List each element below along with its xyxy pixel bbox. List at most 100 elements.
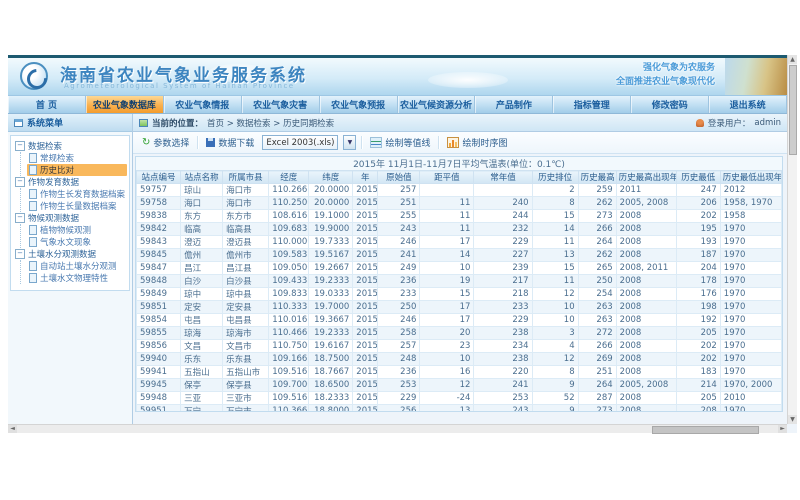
table-row[interactable]: 59842临高临高县109.683319.9000201524311232142… <box>137 223 782 236</box>
table-cell: 243 <box>378 223 420 236</box>
scroll-down-arrow[interactable]: ▼ <box>788 415 797 424</box>
table-cell: 269 <box>578 353 616 366</box>
column-header: 距平值 <box>420 171 474 184</box>
tree-item[interactable]: 作物生长量数据档案 <box>27 200 127 212</box>
scroll-up-arrow[interactable]: ▲ <box>788 55 797 64</box>
table-cell: 109.7000 <box>269 379 309 392</box>
table-cell: 11 <box>420 223 474 236</box>
table-cell: 238 <box>474 353 532 366</box>
table-row[interactable]: 59940乐东乐东县109.166718.7500201524810238122… <box>137 353 782 366</box>
table-body: 59757琼山海口市110.266720.0000201525722592011… <box>137 184 782 413</box>
nav-tab[interactable]: 农业气候资源分析 <box>398 96 476 113</box>
table-row[interactable]: 59851定安定安县110.333319.7000201525017233102… <box>137 301 782 314</box>
table-cell: 1958, 1970 <box>720 197 781 210</box>
table-cell: 临高县 <box>223 223 269 236</box>
table-cell: 265 <box>578 262 616 275</box>
table-row[interactable]: 59847昌江昌江县109.050019.2667201524910239152… <box>137 262 782 275</box>
scroll-right-arrow[interactable]: ► <box>778 425 787 433</box>
table-cell: 1970 <box>720 301 781 314</box>
tree-group[interactable]: −数据检索 <box>15 140 127 152</box>
nav-tab[interactable]: 农业气象数据库 <box>86 96 164 113</box>
table-cell: 19.1000 <box>309 210 353 223</box>
table-row[interactable]: 59854屯昌屯昌县110.016719.3667201524617229102… <box>137 314 782 327</box>
export-format-dropdown-button[interactable]: ▼ <box>343 135 356 150</box>
table-cell: 18.7500 <box>309 353 353 366</box>
tree-item[interactable]: 作物生长发育数据档案 <box>27 188 127 200</box>
tree-item[interactable]: 常规检索 <box>27 152 127 164</box>
table-cell: 18.6500 <box>309 379 353 392</box>
column-header: 历史排位 <box>532 171 578 184</box>
table-cell: 2008 <box>616 301 676 314</box>
table-cell: 12 <box>420 379 474 392</box>
table-cell: 195 <box>676 223 720 236</box>
table-row[interactable]: 59951万宁万宁市110.366718.8000201525613243927… <box>137 405 782 413</box>
vertical-scroll-thumb[interactable] <box>789 65 797 155</box>
horizontal-scrollbar[interactable]: ◄ ► <box>8 424 787 433</box>
nav-tab[interactable]: 农业气象预报 <box>320 96 398 113</box>
table-row[interactable]: 59845儋州儋州市109.583319.5167201524114227132… <box>137 249 782 262</box>
scroll-left-arrow[interactable]: ◄ <box>8 425 17 433</box>
table-cell: 19.7333 <box>309 236 353 249</box>
table-row[interactable]: 59856文昌文昌市110.750019.6167201525723234426… <box>137 340 782 353</box>
export-format-select[interactable]: Excel 2003(.xls) <box>262 135 338 150</box>
table-cell: 17 <box>420 314 474 327</box>
download-button[interactable]: 数据下载 <box>203 135 257 150</box>
table-row[interactable]: 59843澄迈澄迈县110.000019.7333201524617229112… <box>137 236 782 249</box>
collapse-icon[interactable]: − <box>15 141 25 151</box>
nav-tab[interactable]: 首 页 <box>8 96 86 113</box>
table-cell: 海口 <box>181 197 223 210</box>
nav-tabs: 首 页农业气象数据库农业气象情报农业气象灾害农业气象预报农业气候资源分析产品制作… <box>8 96 787 114</box>
column-header: 历史最低 <box>676 171 720 184</box>
table-cell: 昌江 <box>181 262 223 275</box>
collapse-icon[interactable]: − <box>15 177 25 187</box>
table-cell: 247 <box>676 184 720 197</box>
table-cell: 儋州市 <box>223 249 269 262</box>
table-cell: 273 <box>578 210 616 223</box>
table-cell: 272 <box>578 327 616 340</box>
tree-item-label: 作物生长量数据档案 <box>40 200 117 212</box>
table-cell: 11 <box>420 210 474 223</box>
table-cell: 109.1667 <box>269 353 309 366</box>
tree-item[interactable]: 气象水文现象 <box>27 236 127 248</box>
param-select-button[interactable]: ↻ 参数选择 <box>139 135 192 150</box>
table-row[interactable]: 59941五指山五指山市109.516718.76672015236162208… <box>137 366 782 379</box>
tree-group[interactable]: −土壤水分观测数据 <box>15 248 127 260</box>
table-cell: 3 <box>532 327 578 340</box>
horizontal-scroll-thumb[interactable] <box>652 426 759 434</box>
table-row[interactable]: 59757琼山海口市110.266720.0000201525722592011… <box>137 184 782 197</box>
table-row[interactable]: 59945保亭保亭县109.700018.6500201525312241926… <box>137 379 782 392</box>
table-row[interactable]: 59758海口海口市110.250020.0000201525111240826… <box>137 197 782 210</box>
tree-item[interactable]: 土壤水文物理特性 <box>27 272 127 284</box>
tree-item[interactable]: 植物物候观测 <box>27 224 127 236</box>
draw-timeseries-button[interactable]: 绘制时序图 <box>444 135 510 150</box>
tree-item[interactable]: 自动站土壤水分观测 <box>27 260 127 272</box>
tree-item[interactable]: 历史比对 <box>27 164 127 176</box>
table-cell: 1970 <box>720 223 781 236</box>
nav-tab[interactable]: 退出系统 <box>709 96 787 113</box>
draw-contour-button[interactable]: 绘制等值线 <box>367 135 433 150</box>
table-cell: 15 <box>420 288 474 301</box>
table-row[interactable]: 59855琼海琼海市110.466719.2333201525820238327… <box>137 327 782 340</box>
nav-tab[interactable]: 农业气象情报 <box>164 96 242 113</box>
nav-tab[interactable]: 指标管理 <box>553 96 631 113</box>
table-cell: 187 <box>676 249 720 262</box>
table-row[interactable]: 59848白沙白沙县109.433319.2333201523619217112… <box>137 275 782 288</box>
tree-group[interactable]: −物候观测数据 <box>15 212 127 224</box>
table-row[interactable]: 59948三亚三亚市109.516718.23332015229-2425352… <box>137 392 782 405</box>
collapse-icon[interactable]: − <box>15 213 25 223</box>
collapse-icon[interactable]: − <box>15 249 25 259</box>
nav-tab[interactable]: 修改密码 <box>631 96 709 113</box>
tree-group[interactable]: −作物发育数据 <box>15 176 127 188</box>
nav-tab[interactable]: 农业气象灾害 <box>242 96 320 113</box>
table-cell: 254 <box>578 288 616 301</box>
table-cell: 259 <box>578 184 616 197</box>
table-cell: 琼山 <box>181 184 223 197</box>
breadcrumb[interactable]: 首页 > 数据检索 > 历史同期检索 <box>207 117 334 129</box>
table-cell: 178 <box>676 275 720 288</box>
vertical-scrollbar[interactable]: ▲ ▼ <box>787 55 797 424</box>
table-row[interactable]: 59849琼中琼中县109.833319.0333201523315218122… <box>137 288 782 301</box>
table-cell: 59948 <box>137 392 181 405</box>
table-cell: 109.5167 <box>269 366 309 379</box>
nav-tab[interactable]: 产品制作 <box>475 96 553 113</box>
table-row[interactable]: 59838东方东方市108.616719.1000201525511244152… <box>137 210 782 223</box>
